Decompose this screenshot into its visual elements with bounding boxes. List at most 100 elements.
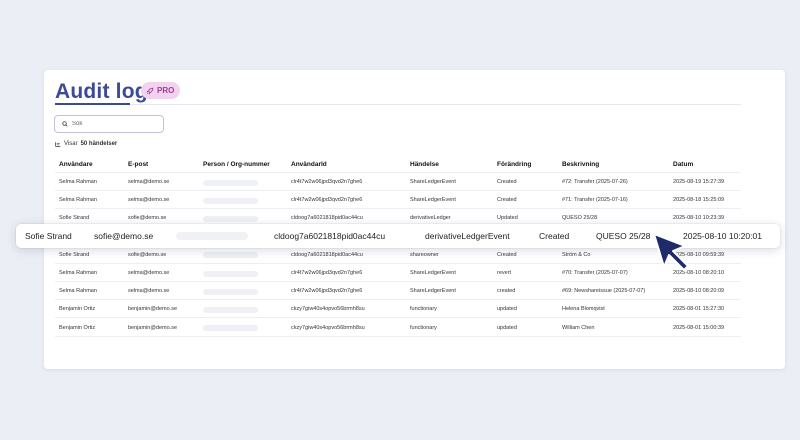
cell-change: Created (497, 179, 517, 185)
header-row-divider (55, 172, 741, 173)
masked-person-number (203, 288, 258, 295)
cell-user: Selma Rahman (59, 179, 97, 185)
cell-date: 2025-08-19 15:27:39 (673, 179, 725, 185)
cell-userid: cldoog7a6021818pid0ac44cu (291, 251, 363, 258)
event-count: Visar 50 händelser (55, 141, 117, 147)
cell-description: #70: Transfer (2025-07-07) (562, 270, 628, 276)
cell-userid: ckzy7giw40s4opvo56brmh8su (291, 306, 365, 313)
pro-badge-label: PRO (157, 86, 175, 95)
column-header-userid: AnvändarId (291, 161, 327, 168)
cell-description: Helena Blomqvist (562, 306, 605, 313)
cell-date: 2025-08-18 15:25:09 (673, 197, 725, 204)
cell-description: William Chen (562, 324, 595, 331)
cell-userid: clr4t7w2w06jpd3qvd2n7ghe6 (291, 288, 363, 295)
masked-person-number (203, 179, 258, 186)
cell-email: selma@demo.se (128, 270, 170, 276)
column-header-date: Datum (673, 161, 694, 168)
title-underline (55, 103, 130, 105)
column-header-description: Beskrivning (562, 161, 600, 168)
event-count-prefix: Visar (64, 141, 78, 147)
cell-description: #71: Transfer (2025-07-16) (562, 197, 628, 204)
cell-email: benjamin@demo.se (128, 306, 177, 313)
highlight-person-number-masked (176, 232, 248, 240)
cell-user: Selma Rahman (59, 288, 97, 295)
table-row-divider (55, 262, 741, 264)
highlight-event: derivativeLedgerEvent (425, 231, 510, 241)
cell-change: updated (497, 324, 517, 331)
masked-person-number (203, 215, 258, 222)
search-box[interactable] (54, 115, 164, 133)
cell-event: shareowner (410, 251, 439, 258)
highlight-userid: cldoog7a6021818pid0ac44cu (274, 231, 386, 241)
masked-person-number (203, 252, 258, 259)
cell-userid: cldoog7a6021818pid0ac44cu (291, 215, 363, 222)
search-input[interactable] (72, 121, 162, 127)
cell-event: functionary (410, 306, 437, 313)
cell-change: updated (497, 306, 517, 313)
table-row-divider (55, 208, 741, 210)
cell-userid: clr4t7w2w06jpd3qvd2n7ghe6 (291, 197, 363, 204)
cell-description: #69: Newshareissue (2025-07-07) (562, 288, 646, 295)
cell-event: ShareLedgerEvent (410, 288, 456, 295)
cell-user: Selma Rahman (59, 197, 97, 204)
cursor-arrow-icon (653, 233, 689, 271)
highlight-change: Created (539, 231, 570, 241)
list-icon (55, 142, 61, 147)
cell-change: revert (497, 270, 512, 276)
cell-change: Created (497, 251, 517, 258)
masked-person-number (203, 270, 258, 277)
pro-badge: PRO (141, 82, 181, 99)
highlight-description: QUESO 25/28 (596, 231, 651, 241)
cell-date: 2025-08-01 15:27:30 (673, 306, 725, 313)
column-header-person-number: Person / Org-nummer (203, 161, 270, 168)
highlight-email: sofie@demo.se (94, 231, 154, 241)
column-header-user: Användare (59, 161, 93, 168)
cell-email: selma@demo.se (128, 179, 170, 185)
cell-email: selma@demo.se (128, 288, 170, 295)
cell-event: functionary (410, 324, 437, 331)
cell-user: Sofie Strand (59, 215, 90, 222)
cell-email: sofie@demo.se (128, 215, 167, 222)
table-row-divider (55, 281, 741, 282)
cell-date: 2025-08-10 10:23:39 (673, 215, 725, 222)
event-count-value: 50 händelser (80, 141, 118, 147)
cell-description: #72: Transfer (2025-07-26) (562, 179, 628, 185)
audit-log-card: Audit log PRO Visar 50 händelser Använda… (44, 70, 785, 369)
table-row-divider (55, 335, 741, 337)
cell-email: benjamin@demo.se (128, 324, 177, 331)
cell-change: Created (497, 197, 517, 204)
cell-event: ShareLedgerEvent (410, 197, 456, 204)
masked-person-number (203, 197, 258, 204)
cell-user: Benjamin Ortiz (59, 324, 96, 331)
page-title: Audit log (55, 80, 148, 103)
cell-date: 2025-08-01 15:00:39 (673, 324, 725, 331)
cell-userid: clr4t7w2w06jpd3qvd2n7ghe6 (291, 270, 363, 276)
cell-date: 2025-08-10 08:20:09 (673, 288, 725, 295)
header-divider (55, 104, 741, 105)
rocket-icon (146, 87, 154, 94)
column-header-email: E-post (128, 161, 149, 168)
cell-event: ShareLedgerEvent (410, 270, 456, 276)
cell-change: Updated (497, 215, 518, 222)
cell-user: Selma Rahman (59, 270, 97, 276)
column-header-event: Händelse (410, 161, 439, 168)
table-row-divider (55, 190, 741, 191)
cell-email: sofie@demo.se (128, 251, 167, 258)
cell-description: Ström & Co (562, 251, 591, 258)
cell-email: selma@demo.se (128, 197, 170, 204)
cell-user: Sofie Strand (59, 251, 90, 258)
column-header-change: Förändring (497, 161, 532, 168)
cell-change: created (497, 288, 516, 295)
search-icon (62, 121, 68, 127)
highlight-date: 2025-08-10 10:20:01 (683, 231, 762, 241)
table-row-divider (55, 317, 741, 319)
cell-event: ShareLedgerEvent (410, 179, 456, 185)
cell-userid: ckzy7giw40s4opvo56brmh8su (291, 324, 365, 331)
cell-userid: clr4t7w2w06jpd3qvd2n7ghe6 (291, 179, 363, 185)
masked-person-number (203, 306, 258, 313)
cell-description: QUESO 25/28 (562, 215, 598, 222)
highlight-user: Sofie Strand (25, 231, 72, 241)
cell-user: Benjamin Ortiz (59, 306, 96, 313)
cell-event: derivativeLedger (410, 215, 451, 222)
table-row-divider (55, 299, 741, 301)
